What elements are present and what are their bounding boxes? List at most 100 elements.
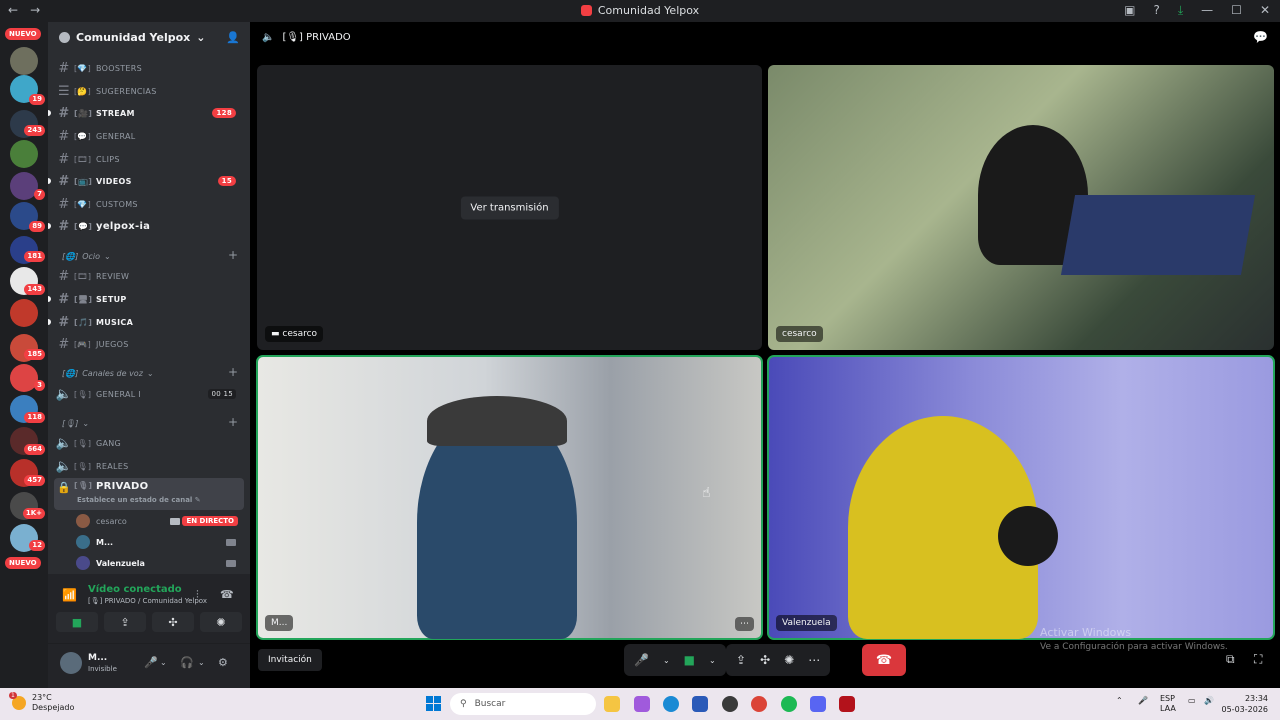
chrome-icon[interactable] <box>751 696 767 712</box>
microphone-icon[interactable]: 🎤 <box>144 656 158 669</box>
soundboard-button[interactable]: ✺ <box>200 612 242 632</box>
video-tile-camera[interactable]: Valenzuela <box>767 355 1275 640</box>
call-header: 🔈 [🎙] PRIVADO 💬 <box>250 22 1280 52</box>
weather-widget[interactable]: 1 23°C Despejado <box>9 692 74 713</box>
add-channel-icon[interactable]: + <box>228 415 238 429</box>
user-name[interactable]: M... <box>88 653 107 663</box>
channel-stream[interactable]: # [🎥] STREAM 128 <box>48 103 244 123</box>
discord-icon[interactable] <box>810 696 826 712</box>
server-icon[interactable] <box>10 47 38 75</box>
category-canales-voz[interactable]: [🌐] Canales de voz ⌄ <box>62 369 154 378</box>
chevron-up-icon[interactable]: ⌃ <box>1116 696 1123 705</box>
voice-channel-reales[interactable]: 🔈 [🎙] REALES <box>54 456 244 476</box>
language-indicator[interactable]: ESP LAA <box>1160 694 1176 714</box>
category-private[interactable]: [🎙] ⌄ <box>62 419 89 428</box>
maximize-button[interactable]: ☐ <box>1231 3 1242 18</box>
microphone-icon[interactable]: 🎤 <box>1138 696 1148 705</box>
activities-button[interactable]: ✣ <box>152 612 194 632</box>
avatar[interactable] <box>60 652 82 674</box>
activities-icon[interactable]: ✣ <box>760 653 770 667</box>
mention-badge: 12 <box>29 540 45 551</box>
channel-boosters[interactable]: # [💎] BOOSTERS <box>54 58 244 78</box>
chat-icon[interactable]: 💬 <box>1253 30 1268 44</box>
camera-icon[interactable]: ■ <box>684 653 695 667</box>
edge-icon[interactable] <box>663 696 679 712</box>
voice-user[interactable]: M... <box>76 532 242 552</box>
new-pill[interactable]: NUEVO <box>5 557 41 569</box>
live-badge[interactable]: EN DIRECTO <box>182 516 238 526</box>
channel-juegos[interactable]: # [🎮] JUEGOS <box>54 334 244 354</box>
server-icon[interactable] <box>10 299 38 327</box>
category-ocio[interactable]: [🌐] Ocio ⌄ <box>62 252 111 261</box>
headphones-icon[interactable]: 🎧 <box>180 656 194 669</box>
screen-icon[interactable]: ▣ <box>1124 3 1135 18</box>
channel-videos[interactable]: # [📺] VIDEOS 15 <box>48 171 244 191</box>
channel-sugerencias[interactable]: ☰ [🤔] SUGERENCIAS <box>54 81 244 101</box>
microphone-icon[interactable]: 🎤 <box>634 653 649 667</box>
popout-icon[interactable]: ⧉ <box>1226 652 1235 667</box>
channel-status-prompt[interactable]: Establece un estado de canal ✎ <box>77 496 201 504</box>
call-area: 🔈 [🎙] PRIVADO 💬 Ver transmisión ▬ cesarc… <box>250 22 1280 688</box>
fullscreen-icon[interactable]: ⛶ <box>1254 652 1262 667</box>
network-icon[interactable]: ▭ <box>1188 696 1196 705</box>
camera-button[interactable]: ■ <box>56 612 98 632</box>
add-channel-icon[interactable]: + <box>228 365 238 379</box>
server-icon[interactable] <box>10 140 38 168</box>
gear-icon[interactable]: ⚙ <box>218 656 228 669</box>
invite-button[interactable]: Invitación <box>258 649 322 671</box>
taskbar-search[interactable]: ⚲ Buscar <box>450 693 596 715</box>
chevron-down-icon[interactable]: ⌄ <box>160 658 167 667</box>
channel-clips[interactable]: # [🎞] CLIPS <box>54 149 244 169</box>
chevron-down-icon[interactable]: ⌄ <box>663 656 670 665</box>
chevron-down-icon[interactable]: ⌄ <box>709 656 716 665</box>
channel-setup[interactable]: # [🖥] SETUP <box>48 289 244 309</box>
help-icon[interactable]: ? <box>1153 3 1159 18</box>
voice-channel-general[interactable]: 🔈 [🎙] GENERAL I 00 15 <box>54 384 244 404</box>
file-explorer-icon[interactable] <box>604 696 620 712</box>
acrobat-icon[interactable] <box>839 696 855 712</box>
more-options-button[interactable]: ⋯ <box>735 617 754 631</box>
copilot-icon[interactable] <box>634 696 650 712</box>
channel-musica[interactable]: # [🎵] MUSICA <box>48 312 244 332</box>
channel-yelpox-ia[interactable]: # [💬] yelpox-ia <box>48 216 244 236</box>
speaker-icon: 🔈 <box>55 458 73 474</box>
voice-location[interactable]: [🎙] PRIVADO / Comunidad Yelpox <box>88 597 207 605</box>
chevron-down-icon[interactable]: ⌄ <box>198 658 205 667</box>
voice-channel-gang[interactable]: 🔈 [🎙] GANG <box>54 433 244 453</box>
screen-share-button[interactable]: ⇪ <box>104 612 146 632</box>
channel-sidebar: Comunidad Yelpox ⌄ 👤 # [💎] BOOSTERS ☰ [🤔… <box>48 22 250 688</box>
volume-icon[interactable]: 🔊 <box>1204 696 1214 705</box>
channel-customs[interactable]: # [💎] CUSTOMS <box>54 194 244 214</box>
disconnect-icon[interactable]: ☎ <box>220 588 234 601</box>
add-member-icon[interactable]: 👤 <box>226 31 240 44</box>
tile-user-name: cesarco <box>282 329 318 339</box>
video-tile-stream[interactable]: Ver transmisión ▬ cesarco <box>257 65 762 350</box>
new-pill[interactable]: NUEVO <box>5 28 41 40</box>
video-tile-camera[interactable]: cesarco <box>768 65 1274 350</box>
channel-review[interactable]: # [🎞] REVIEW <box>54 266 244 286</box>
add-channel-icon[interactable]: + <box>228 248 238 262</box>
clock[interactable]: 23:34 05-03-2026 <box>1222 693 1269 715</box>
store-icon[interactable] <box>692 696 708 712</box>
signal-icon[interactable]: 📶 <box>62 588 77 602</box>
app-icon[interactable] <box>722 696 738 712</box>
watch-stream-button[interactable]: Ver transmisión <box>460 196 559 219</box>
category-emoji: [🎙] <box>62 419 79 428</box>
guild-header[interactable]: Comunidad Yelpox ⌄ 👤 <box>48 22 250 52</box>
start-button[interactable] <box>426 696 441 711</box>
close-button[interactable]: ✕ <box>1260 3 1270 18</box>
voice-user[interactable]: cesarco EN DIRECTO <box>76 511 242 531</box>
minimize-button[interactable]: — <box>1201 3 1213 18</box>
category-emoji: [🌐] <box>62 252 79 261</box>
voice-channel-privado[interactable]: 🔒 [🎙] PRIVADO Establece un estado de can… <box>54 478 244 510</box>
voice-user[interactable]: Valenzuela <box>76 553 242 573</box>
more-icon[interactable]: ⋯ <box>808 653 820 667</box>
video-tile-camera[interactable]: M... ⋯ <box>256 355 763 640</box>
spotify-icon[interactable] <box>781 696 797 712</box>
soundboard-icon[interactable]: ✺ <box>784 653 794 667</box>
download-icon[interactable]: ⤓ <box>1178 3 1183 18</box>
screen-share-icon[interactable]: ⇪ <box>736 653 746 667</box>
disconnect-button[interactable]: ☎ <box>862 644 906 676</box>
channel-general[interactable]: # [💬] GENERAL <box>54 126 244 146</box>
noise-suppression-icon[interactable]: ⫶ <box>196 588 199 602</box>
